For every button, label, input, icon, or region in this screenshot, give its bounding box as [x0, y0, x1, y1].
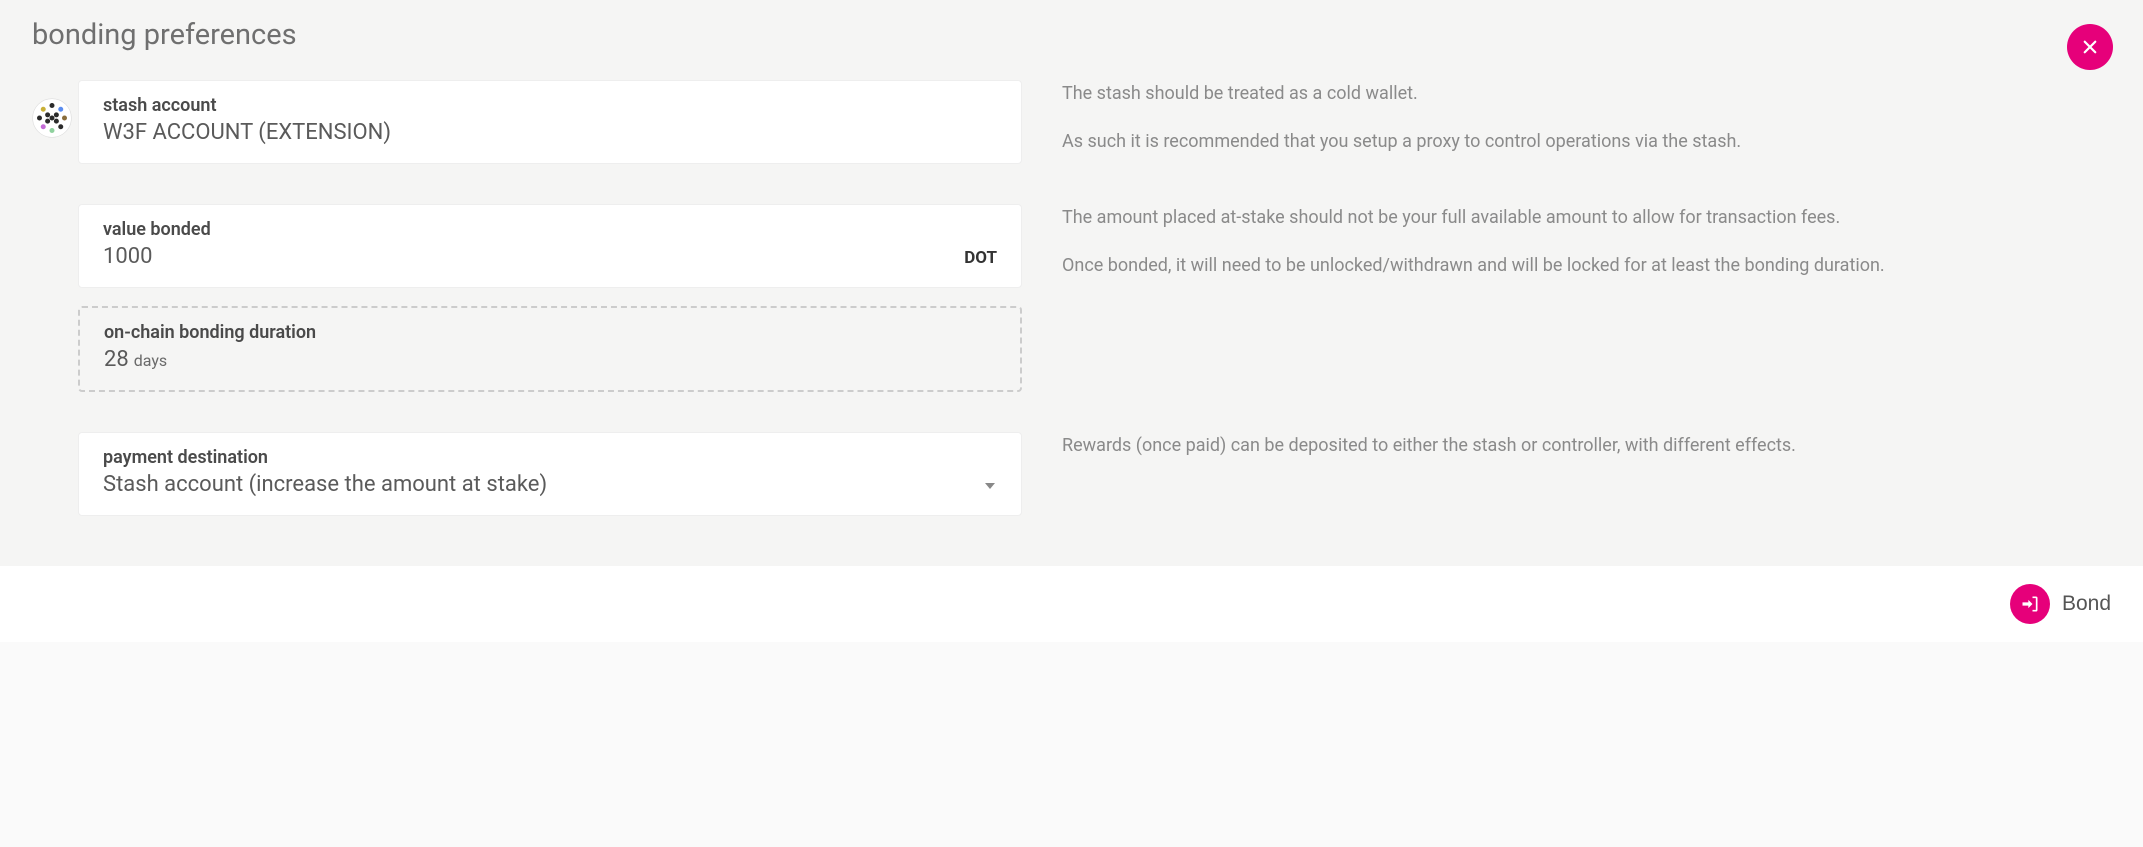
value-bonded-input[interactable] [103, 244, 948, 269]
stash-identicon [32, 98, 72, 138]
modal-title: bonding preferences [32, 18, 2111, 52]
stash-account-label: stash account [103, 95, 997, 116]
bonding-duration-value: 28 [104, 347, 129, 372]
value-bonded-field[interactable]: value bonded DOT [78, 204, 1022, 288]
close-icon [2081, 38, 2099, 56]
modal-footer: Bond [0, 566, 2143, 642]
value-bonded-label: value bonded [103, 219, 997, 240]
bonding-duration-unit: days [134, 351, 167, 370]
payment-destination-field[interactable]: payment destination Stash account (incre… [78, 432, 1022, 516]
close-button[interactable] [2067, 24, 2113, 70]
bonding-duration-field: on-chain bonding duration 28 days [78, 306, 1022, 392]
bonding-duration-label: on-chain bonding duration [104, 322, 996, 343]
stash-account-field[interactable]: stash account W3F ACCOUNT (EXTENSION) [78, 80, 1022, 164]
stash-account-value: W3F ACCOUNT (EXTENSION) [103, 120, 997, 145]
stash-help-1: The stash should be treated as a cold wa… [1062, 80, 2111, 108]
payment-destination-value: Stash account (increase the amount at st… [103, 472, 967, 497]
bond-button-label: Bond [2062, 592, 2111, 616]
sign-in-icon [2020, 594, 2040, 614]
destination-help: Rewards (once paid) can be deposited to … [1062, 432, 2111, 460]
bonded-help-1: The amount placed at-stake should not be… [1062, 204, 2111, 232]
stash-help-2: As such it is recommended that you setup… [1062, 128, 2111, 156]
value-bonded-unit: DOT [964, 248, 997, 268]
payment-destination-label: payment destination [103, 447, 997, 468]
bond-button[interactable]: Bond [2010, 584, 2111, 624]
chevron-down-icon [983, 481, 997, 491]
bonded-help-2: Once bonded, it will need to be unlocked… [1062, 252, 2111, 280]
